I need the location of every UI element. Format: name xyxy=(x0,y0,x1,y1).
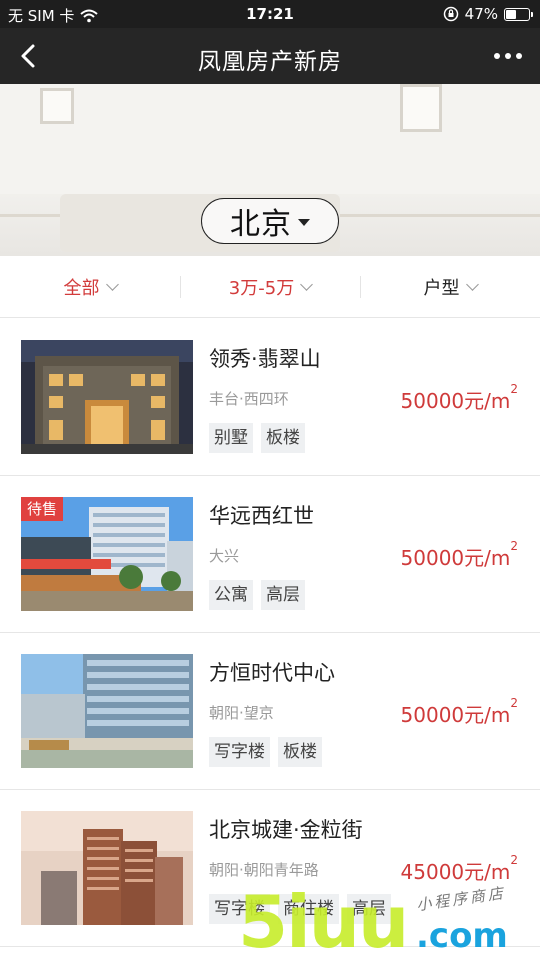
list-item[interactable]: 方恒时代中心 朝阳·望京 50000元/m2 写字楼 板楼 xyxy=(0,633,540,790)
hero-frame-left xyxy=(40,88,74,124)
price-unit-exponent: 2 xyxy=(510,539,518,553)
city-selector[interactable]: 北京 xyxy=(201,198,339,244)
chevron-down-icon xyxy=(105,277,119,291)
filter-label: 3万-5万 xyxy=(228,277,295,299)
status-bar: 无 SIM 卡 17:21 47% xyxy=(0,0,540,28)
sale-status-badge: 待售 xyxy=(21,497,64,521)
price-unit-exponent: 2 xyxy=(510,382,518,396)
listing-location: 大兴 xyxy=(209,547,240,565)
listing-location: 朝阳·望京 xyxy=(209,704,274,722)
listing-price: 50000元/m2 xyxy=(400,539,518,571)
price-value: 50000元/m xyxy=(400,546,511,570)
caret-down-icon xyxy=(298,218,310,226)
filter-price[interactable]: 3万-5万 xyxy=(180,256,360,317)
hero-wall xyxy=(0,84,540,194)
price-unit-exponent: 2 xyxy=(510,696,518,710)
price-value: 50000元/m xyxy=(400,389,511,413)
status-right: 47% xyxy=(443,5,533,23)
list-item[interactable]: 北京城建·金粒街 朝阳·朝阳青年路 45000元/m2 写字楼 商住楼 高层 xyxy=(0,790,540,947)
filter-bar: 全部 3万-5万 户型 xyxy=(0,256,540,318)
price-unit-exponent: 2 xyxy=(510,853,518,867)
tag: 板楼 xyxy=(278,737,322,767)
hero-banner: 北京 xyxy=(0,84,540,256)
listing-name: 方恒时代中心 xyxy=(209,661,335,685)
listing-price: 50000元/m2 xyxy=(400,382,518,414)
battery-icon xyxy=(504,7,533,21)
listing-price: 50000元/m2 xyxy=(400,696,518,728)
listing-name: 北京城建·金粒街 xyxy=(209,818,363,842)
filter-label: 户型 xyxy=(423,277,460,299)
more-dot xyxy=(505,53,511,59)
tag: 别墅 xyxy=(209,423,253,453)
listing-image xyxy=(21,654,193,768)
price-value: 50000元/m xyxy=(400,703,511,727)
tag: 写字楼 xyxy=(209,894,270,924)
tag: 商住楼 xyxy=(278,894,339,924)
filter-layout[interactable]: 户型 xyxy=(360,256,540,317)
more-dot xyxy=(516,53,522,59)
price-value: 45000元/m xyxy=(400,860,511,884)
list-item[interactable]: 领秀·翡翠山 丰台·西四环 50000元/m2 别墅 板楼 xyxy=(0,319,540,476)
more-dots-icon xyxy=(494,53,500,59)
listing-list: 领秀·翡翠山 丰台·西四环 50000元/m2 别墅 板楼 待售 华远西红世 大… xyxy=(0,319,540,947)
battery-percent: 47% xyxy=(464,5,498,23)
listing-tags: 公寓 高层 xyxy=(209,580,305,610)
listing-tags: 别墅 板楼 xyxy=(209,423,305,453)
chevron-down-icon xyxy=(300,277,314,291)
nav-bar: 凤凰房产新房 xyxy=(0,28,540,84)
listing-image: 待售 xyxy=(21,497,193,611)
listing-tags: 写字楼 板楼 xyxy=(209,737,322,767)
filter-label: 全部 xyxy=(63,277,100,299)
tag: 写字楼 xyxy=(209,737,270,767)
listing-tags: 写字楼 商住楼 高层 xyxy=(209,894,391,924)
listing-location: 朝阳·朝阳青年路 xyxy=(209,861,319,879)
listing-image xyxy=(21,811,193,925)
tag: 公寓 xyxy=(209,580,253,610)
list-item[interactable]: 待售 华远西红世 大兴 50000元/m2 公寓 高层 xyxy=(0,476,540,633)
hero-frame-right xyxy=(400,84,442,132)
listing-name: 领秀·翡翠山 xyxy=(209,347,321,371)
rotation-lock-icon xyxy=(443,6,458,22)
tag: 板楼 xyxy=(261,423,305,453)
more-button[interactable] xyxy=(488,42,528,70)
listing-name: 华远西红世 xyxy=(209,504,314,528)
page-title: 凤凰房产新房 xyxy=(198,49,342,75)
listing-price: 45000元/m2 xyxy=(400,853,518,885)
listing-location: 丰台·西四环 xyxy=(209,390,289,408)
chevron-down-icon xyxy=(465,277,479,291)
city-label: 北京 xyxy=(230,207,292,242)
tag: 高层 xyxy=(261,580,305,610)
tag: 高层 xyxy=(347,894,391,924)
filter-all[interactable]: 全部 xyxy=(0,256,180,317)
listing-image xyxy=(21,340,193,454)
